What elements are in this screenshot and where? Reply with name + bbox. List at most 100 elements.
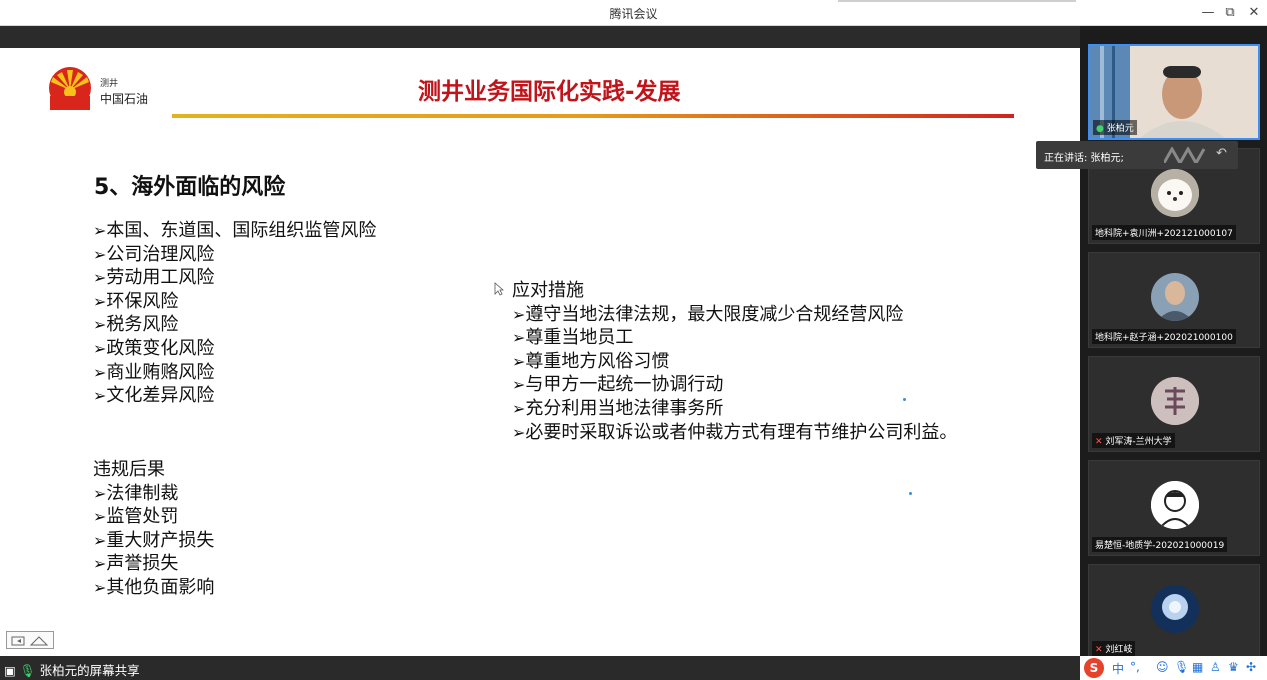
cartoon-avatar-icon — [1151, 481, 1199, 529]
list-item: ➢文化差异风险 — [93, 385, 215, 407]
bullet-arrow-icon: ➢ — [93, 530, 107, 550]
participant-tile[interactable]: ● 张柏元 — [1088, 44, 1260, 140]
window-titlebar: 腾讯会议 — ⧉ ✕ — [0, 0, 1267, 26]
share-status-bar: ▣ 🎙 张柏元的屏幕共享 — [0, 656, 1080, 680]
microphone-icon: 🎙 — [19, 663, 36, 678]
list-item: ➢本国、东道国、国际组织监管风险 — [93, 220, 377, 241]
participant-tile[interactable]: ✕ 刘红岐 — [1088, 564, 1260, 660]
list-item: ➢商业贿赂风险 — [93, 361, 215, 383]
participant-tile[interactable]: 易楚恒-地质学-202021000019 — [1088, 460, 1260, 556]
bullet-arrow-icon: ➢ — [93, 221, 107, 240]
logo-subtext: 测井 — [100, 79, 119, 89]
list-item: ➢声誉损失 — [93, 553, 179, 575]
bullet-arrow-icon: ➢ — [93, 244, 107, 264]
list-item: ➢公司治理风险 — [93, 243, 215, 265]
punctuation-toggle[interactable]: °, — [1130, 660, 1140, 674]
keyboard-icon[interactable]: ▦ — [1192, 660, 1203, 674]
bullet-arrow-icon: ➢ — [93, 554, 107, 574]
voice-input-icon[interactable]: 🎙 — [1174, 660, 1189, 674]
speaking-indicator: 正在讲话: 张柏元; ↶ — [1036, 141, 1238, 169]
microphone-muted-icon: ✕ — [1095, 437, 1103, 447]
consequence-list: 违规后果 ➢法律制裁 ➢监管处罚 ➢重大财产损失 ➢声誉损失 ➢其他负面影响 — [93, 458, 214, 600]
reply-icon[interactable]: ↶ — [1216, 146, 1227, 161]
list-item: ➢法律制裁 — [93, 482, 179, 504]
list-item: ➢必要时采取诉讼或者仲裁方式有理有节维护公司利益。 — [512, 421, 958, 443]
bullet-arrow-icon: ➢ — [512, 375, 526, 395]
annotation-dot — [903, 398, 906, 401]
sogou-logo-icon[interactable]: S — [1084, 658, 1104, 678]
speaking-text: 正在讲话: 张柏元; — [1044, 153, 1124, 164]
moon-avatar-icon — [1151, 585, 1199, 633]
dog-avatar-icon — [1151, 169, 1199, 217]
restore-button[interactable]: ⧉ — [1220, 3, 1240, 23]
bullet-arrow-icon: ➢ — [512, 328, 526, 348]
bullet-arrow-icon: ➢ — [93, 507, 107, 527]
participant-name: 地科院+赵子涵+202021000100 — [1092, 329, 1236, 344]
emoji-icon[interactable]: ☺ — [1156, 660, 1169, 674]
list-item: ➢劳动用工风险 — [93, 267, 215, 289]
list-item: ➢尊重地方风俗习惯 — [512, 350, 670, 372]
ime-toolbar: S 中 °, ☺ 🎙 ▦ ♙ ♛ ✣ — [1080, 656, 1267, 680]
participant-name: ● 张柏元 — [1093, 120, 1137, 135]
bullet-arrow-icon: ➢ — [93, 386, 107, 406]
slide-nav-icon — [11, 636, 49, 646]
audio-wave-icon — [1164, 147, 1206, 163]
petrochina-logo-icon — [49, 67, 91, 110]
screen-icon: ▣ — [4, 663, 16, 678]
mouse-cursor-icon — [494, 282, 504, 296]
close-button[interactable]: ✕ — [1244, 3, 1264, 23]
screen-share-label[interactable]: ▣ 🎙 张柏元的屏幕共享 — [4, 660, 140, 679]
skin-icon[interactable]: ♛ — [1228, 660, 1239, 674]
list-item: ➢环保风险 — [93, 290, 179, 312]
participant-name: 地科院+袁川洲+202121000107 — [1092, 225, 1236, 240]
bullet-arrow-icon: ➢ — [512, 351, 526, 371]
list-item: ➢尊重当地员工 — [512, 327, 634, 349]
avatar — [1151, 377, 1199, 425]
user-icon[interactable]: ♙ — [1210, 660, 1221, 674]
logo-text: 中国石油 — [100, 92, 149, 106]
title-divider — [172, 114, 1014, 118]
participant-panel: ● 张柏元 地科院+袁川洲+202121000107 地科院+赵子涵+20202… — [1080, 26, 1267, 660]
microphone-muted-icon: ✕ — [1095, 645, 1103, 655]
person-avatar-icon — [1151, 273, 1199, 321]
bullet-arrow-icon: ➢ — [93, 483, 107, 503]
minimize-button[interactable]: — — [1198, 3, 1218, 23]
participant-name: 易楚恒-地质学-202021000019 — [1092, 537, 1228, 552]
measure-list: 应对措施 ➢遵守当地法律法规，最大限度减少合规经营风险 ➢尊重当地员工 ➢尊重地… — [512, 279, 962, 444]
microphone-icon: ● — [1096, 124, 1104, 134]
bullet-arrow-icon: ➢ — [93, 291, 107, 311]
list-item: ➢其他负面影响 — [93, 576, 215, 598]
window-title: 腾讯会议 — [609, 7, 658, 21]
list-item: ➢充分利用当地法律事务所 — [512, 397, 724, 419]
character-avatar-icon — [1151, 377, 1199, 425]
list-item: ➢重大财产损失 — [93, 529, 215, 551]
avatar — [1151, 169, 1199, 217]
measure-heading: 应对措施 — [512, 280, 584, 301]
chinese-mode-toggle[interactable]: 中 — [1112, 660, 1124, 677]
bullet-arrow-icon: ➢ — [93, 577, 107, 597]
avatar — [1151, 273, 1199, 321]
top-strip — [838, 0, 1076, 2]
bullet-arrow-icon: ➢ — [93, 338, 107, 358]
shared-slide: 测井 中国石油 测井业务国际化实践-发展 5、海外面临的风险 ➢本国、东道国、国… — [0, 48, 1080, 656]
bullet-arrow-icon: ➢ — [512, 398, 526, 418]
list-item: ➢监管处罚 — [93, 506, 179, 528]
list-item: ➢政策变化风险 — [93, 337, 215, 359]
list-item: ➢与甲方一起统一协调行动 — [512, 374, 724, 396]
avatar — [1151, 585, 1199, 633]
participant-name: ✕ 刘红岐 — [1092, 641, 1136, 656]
slide-navigation-control[interactable] — [6, 631, 54, 649]
bullet-arrow-icon: ➢ — [512, 304, 526, 324]
slide-title: 测井业务国际化实践-发展 — [418, 79, 681, 105]
annotation-dot — [909, 492, 912, 495]
bullet-arrow-icon: ➢ — [93, 268, 107, 288]
list-item: ➢税务风险 — [93, 314, 179, 336]
participant-tile[interactable]: 地科院+赵子涵+202021000100 — [1088, 252, 1260, 348]
avatar — [1151, 481, 1199, 529]
share-top-band — [0, 26, 1080, 48]
section-heading: 5、海外面临的风险 — [94, 175, 286, 200]
risk-list: ➢本国、东道国、国际组织监管风险 ➢公司治理风险 ➢劳动用工风险 ➢环保风险 ➢… — [93, 219, 376, 408]
toolbox-icon[interactable]: ✣ — [1246, 660, 1256, 674]
list-item: ➢遵守当地法律法规，最大限度减少合规经营风险 — [512, 303, 904, 325]
participant-tile[interactable]: ✕ 刘军涛-兰州大学 — [1088, 356, 1260, 452]
